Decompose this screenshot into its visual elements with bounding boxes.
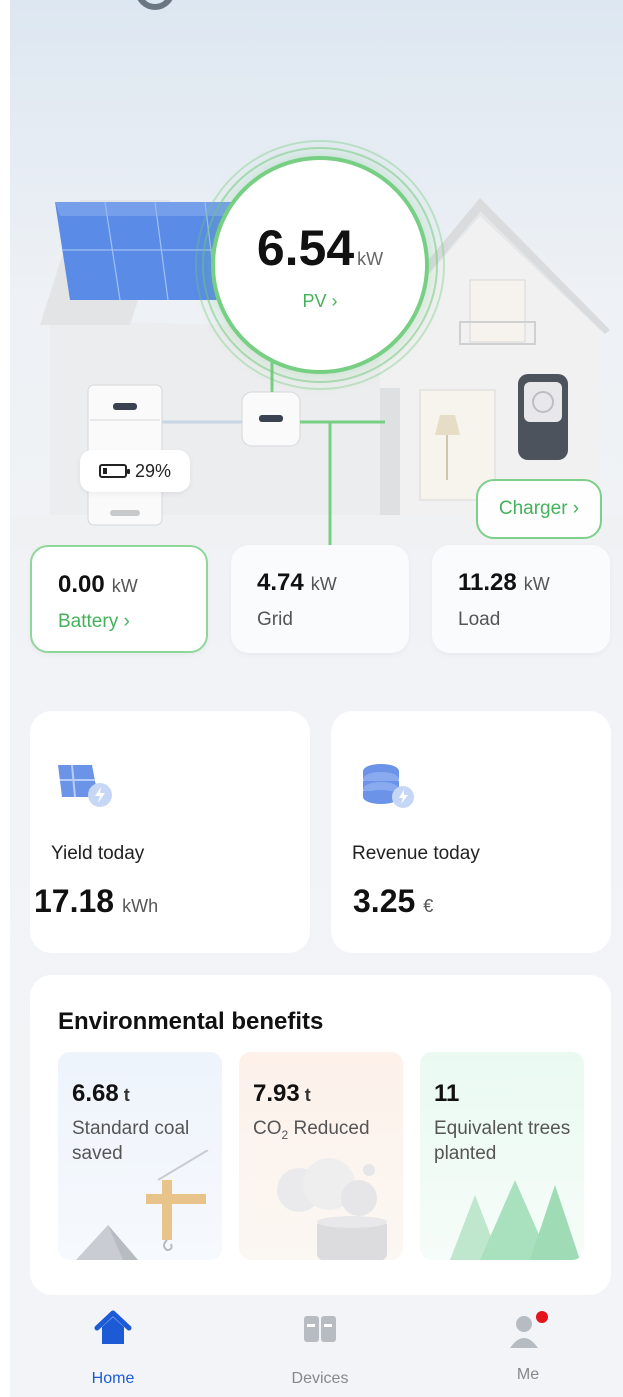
yield-today-value: 17.18 bbox=[34, 883, 115, 919]
coin-stack-icon bbox=[361, 763, 421, 814]
coal-saved-value: 6.68 bbox=[72, 1080, 119, 1107]
pv-power-circle[interactable]: 6.54 kW PV › bbox=[211, 156, 429, 374]
yield-value-row: 17.18 kWh bbox=[34, 883, 158, 920]
coal-saved-card: 6.68 t Standard coal saved bbox=[58, 1052, 222, 1260]
cropped-header-glyph bbox=[135, 0, 175, 10]
grid-flow-card[interactable]: 4.74 kW Grid bbox=[231, 545, 409, 653]
coal-crane-icon bbox=[76, 1150, 209, 1260]
grid-value-row: 4.74 kW bbox=[257, 569, 409, 597]
trees-planted-value: 11 bbox=[434, 1080, 460, 1107]
app-screen: 6.54 kW PV › 29% Charger › 0.00 kW Batte… bbox=[10, 0, 623, 1397]
battery-power-unit: kW bbox=[111, 576, 138, 596]
yield-today-card[interactable]: Yield today 17.18 kWh bbox=[30, 711, 310, 953]
battery-soc-bubble: 29% bbox=[80, 450, 190, 492]
battery-power-value: 0.00 bbox=[58, 571, 105, 598]
notification-dot bbox=[536, 1311, 548, 1323]
load-power-value: 11.28 bbox=[458, 569, 517, 596]
revenue-today-unit: € bbox=[423, 896, 434, 916]
nav-home-label: Home bbox=[91, 1370, 135, 1387]
bottom-navigation: Home Devices Me bbox=[10, 1300, 623, 1397]
nav-me[interactable]: Me bbox=[448, 1300, 608, 1397]
pv-value: 6.54 bbox=[256, 219, 355, 276]
trees-planted-card: 11 Equivalent trees planted bbox=[420, 1052, 584, 1260]
load-flow-card[interactable]: 11.28 kW Load bbox=[432, 545, 610, 653]
solar-panel-icon bbox=[54, 763, 114, 814]
yield-today-label: Yield today bbox=[51, 843, 145, 864]
revenue-today-card[interactable]: Revenue today 3.25 € bbox=[331, 711, 611, 953]
smoke-cloud-icon bbox=[277, 1158, 387, 1260]
yield-today-unit: kWh bbox=[122, 896, 159, 916]
load-value-row: 11.28 kW bbox=[458, 569, 610, 597]
environmental-benefits-title: Environmental benefits bbox=[58, 1008, 324, 1035]
nav-home[interactable]: Home bbox=[33, 1300, 193, 1397]
energy-flow-hero: 6.54 kW PV › 29% Charger › bbox=[10, 120, 623, 550]
revenue-today-label: Revenue today bbox=[352, 843, 480, 864]
environmental-benefits-card: Environmental benefits 6.68 t Standard c… bbox=[30, 975, 611, 1295]
trees-icon bbox=[450, 1180, 580, 1260]
grid-power-value: 4.74 bbox=[257, 569, 304, 596]
co2-reduced-unit: t bbox=[304, 1085, 311, 1105]
co2-reduced-value: 7.93 bbox=[253, 1080, 300, 1107]
load-power-unit: kW bbox=[523, 574, 550, 594]
pv-unit: kW bbox=[357, 248, 384, 269]
devices-icon bbox=[300, 1310, 340, 1360]
battery-flow-card[interactable]: 0.00 kW Battery › bbox=[30, 545, 208, 653]
grid-label: Grid bbox=[257, 609, 293, 630]
battery-value-row: 0.00 kW bbox=[58, 571, 206, 599]
nav-devices-label: Devices bbox=[291, 1370, 349, 1387]
coal-saved-unit: t bbox=[123, 1085, 130, 1105]
battery-icon bbox=[98, 464, 130, 478]
nav-me-label: Me bbox=[516, 1366, 540, 1383]
pv-link[interactable]: PV › bbox=[302, 291, 337, 312]
revenue-today-value: 3.25 bbox=[353, 883, 416, 919]
battery-link[interactable]: Battery › bbox=[58, 611, 206, 633]
profile-icon bbox=[506, 1310, 550, 1360]
revenue-value-row: 3.25 € bbox=[353, 883, 433, 920]
nav-devices[interactable]: Devices bbox=[240, 1300, 400, 1397]
home-icon bbox=[93, 1310, 133, 1360]
co2-reduced-card: 7.93 t CO2 Reduced bbox=[239, 1052, 403, 1260]
battery-percent: 29% bbox=[134, 460, 172, 481]
pv-value-row: 6.54 kW bbox=[257, 219, 383, 277]
load-label: Load bbox=[458, 609, 501, 630]
charger-button[interactable]: Charger › bbox=[476, 479, 602, 539]
grid-power-unit: kW bbox=[310, 574, 337, 594]
co2-reduced-label: CO2 Reduced bbox=[253, 1118, 370, 1142]
